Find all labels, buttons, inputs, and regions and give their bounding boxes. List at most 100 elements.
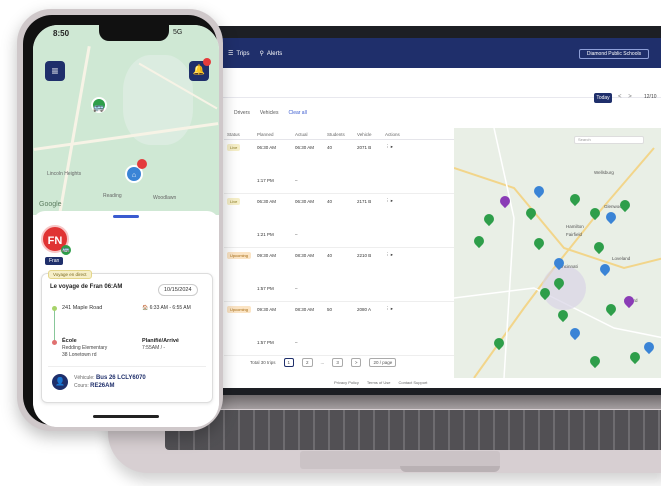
- map-roads: [454, 128, 661, 378]
- total-trips-label: Total 30 trips: [250, 360, 276, 365]
- planned-time: 1:21 PM: [257, 232, 274, 237]
- card-divider: [48, 366, 206, 367]
- trip-date-pill[interactable]: 10/15/2024: [158, 284, 198, 296]
- topbar-nav: ☰ Trips ⚲ Alerts: [228, 50, 283, 58]
- laptop-keyboard: [165, 410, 661, 450]
- fleet-map[interactable]: Search Wellsburg Glenwood Hamilton Fairf…: [454, 128, 661, 378]
- filter-drivers[interactable]: Drivers: [234, 110, 250, 116]
- origin-marker-icon: [52, 306, 57, 311]
- student-name-tag: Fran: [45, 257, 64, 265]
- vehicle-prefix: Véhicule:: [74, 375, 95, 381]
- google-logo: Google: [39, 201, 62, 208]
- planned-time: 06:30 AM: [257, 198, 277, 204]
- filter-bar: Drivers Vehicles Clear all: [234, 110, 307, 116]
- route-value: RE26AM: [90, 383, 115, 389]
- app-topbar: ☰ Trips ⚲ Alerts Diamond Public Schools: [194, 38, 661, 68]
- phone-notch: [99, 25, 169, 41]
- bus-icon[interactable]: 🚌: [91, 97, 107, 113]
- student-count: 50: [327, 306, 333, 312]
- district-selector-button[interactable]: Diamond Public Schools: [579, 49, 649, 59]
- status-badge: Upcoming: [227, 305, 252, 313]
- planned-time: 1:57 PM: [257, 340, 274, 345]
- pickup-time-text: 6:33 AM - 6:55 AM: [149, 305, 191, 311]
- support-link[interactable]: Contact Support: [398, 380, 427, 385]
- laptop-base-lip: [400, 466, 500, 472]
- more-actions-icon[interactable]: ⋮ ▸: [382, 306, 412, 312]
- next-date-button[interactable]: >: [628, 94, 632, 100]
- vehicle-id: 2071 B: [357, 144, 372, 150]
- header-vehicle[interactable]: Vehicle: [354, 132, 382, 137]
- map-label: Woodlawn: [153, 195, 177, 201]
- actual-time: 08:30 AM: [295, 306, 315, 312]
- more-actions-icon[interactable]: ⋮ ▸: [382, 144, 412, 150]
- status-badge: Live: [227, 197, 241, 205]
- map-search-input[interactable]: Search: [574, 136, 644, 144]
- planned-arrived-value: 7:55AM / -: [142, 345, 166, 351]
- actual-time: –: [295, 178, 298, 183]
- table-row[interactable]: Upcoming 09:30 AM 08:30 AM 50 2080 A ⋮ ▸…: [224, 302, 454, 356]
- table-row[interactable]: Live 06:30 AM 06:30 AM 40 2171 B ⋮ ▸ 1:2…: [224, 194, 454, 248]
- live-trip-chip: Voyage en direct: [48, 270, 92, 279]
- menu-button[interactable]: ≡: [45, 61, 65, 81]
- planned-time: 06:30 AM: [257, 144, 277, 150]
- next-page-button[interactable]: >: [350, 358, 362, 367]
- header-actual[interactable]: Actual: [292, 132, 324, 137]
- home-indicator: [93, 415, 159, 418]
- nav-item-alerts[interactable]: ⚲ Alerts: [260, 50, 283, 58]
- actual-time: 08:30 AM: [295, 252, 315, 258]
- prev-date-button[interactable]: <: [618, 94, 622, 100]
- planned-time: 09:30 AM: [257, 306, 277, 312]
- planned-arrived-label: Planifié/Arrivé: [142, 338, 179, 344]
- clear-filters-link[interactable]: Clear all: [288, 110, 306, 116]
- map-city-label: Fairfield: [566, 232, 583, 237]
- vehicle-id: 2080 A: [357, 306, 372, 312]
- actual-time: –: [295, 340, 298, 345]
- privacy-link[interactable]: Privacy Policy: [334, 380, 359, 385]
- destination-marker-icon: [52, 340, 57, 345]
- vehicle-id: 2171 B: [357, 198, 372, 204]
- page-ellipsis: ...: [320, 360, 325, 365]
- app-footer: Privacy Policy Terms of Use Contact Supp…: [334, 380, 427, 385]
- trip-bottom-sheet[interactable]: FN 🚌 Fran Voyage en direct Le voyage de …: [33, 211, 219, 427]
- header-status[interactable]: Status: [224, 132, 254, 137]
- more-actions-icon[interactable]: ⋮ ▸: [382, 252, 412, 258]
- page-button[interactable]: 3: [332, 358, 343, 367]
- student-count: 40: [327, 144, 333, 150]
- nav-alerts-label: Alerts: [266, 50, 283, 57]
- page-button[interactable]: 2: [302, 358, 313, 367]
- phone-bezel: 8:50 5G ≡ 🔔 🚌 Lincoln Heights Reading Wo…: [23, 15, 219, 427]
- route-line: [54, 310, 55, 342]
- today-button[interactable]: Today: [594, 93, 612, 103]
- header-planned[interactable]: Planned: [254, 132, 292, 137]
- terms-link[interactable]: Terms of Use: [367, 380, 391, 385]
- trip-card[interactable]: Voyage en direct Le voyage de Fran 06:AM…: [41, 270, 213, 403]
- header-actions: Actions: [385, 132, 400, 137]
- status-badge: Upcoming: [227, 251, 252, 259]
- sheet-drag-handle[interactable]: [113, 215, 139, 218]
- vehicle-value: Bus 26 LCLY6070: [95, 375, 146, 381]
- origin-address: 241 Maple Road: [62, 305, 103, 311]
- table-header-row: Status Planned Actual Students Vehicle A…: [224, 130, 454, 140]
- current-date-label[interactable]: 12/10: [644, 94, 657, 100]
- page-button[interactable]: 1: [283, 358, 295, 367]
- table-row[interactable]: Live 06:30 AM 06:30 AM 40 2071 B ⋮ ▸ 1:1…: [224, 140, 454, 194]
- status-bar-time: 8:50: [53, 29, 70, 38]
- status-bar-network: 5G: [173, 29, 183, 36]
- trip-title: Le voyage de Fran 06:AM: [50, 284, 123, 290]
- phone-map[interactable]: ≡ 🔔 🚌 Lincoln Heights Reading Woodlawn ⌂…: [33, 25, 219, 215]
- filter-vehicles[interactable]: Vehicles: [260, 110, 279, 116]
- pickup-time-window: 🏠 6:33 AM - 6:55 AM: [142, 305, 191, 311]
- table-pagination: Total 30 trips 1 2 ... 3 > 20 / page: [250, 358, 397, 367]
- nav-item-trips[interactable]: ☰ Trips: [228, 50, 250, 58]
- map-label: Lincoln Heights: [47, 171, 82, 177]
- laptop-screen: ☰ Trips ⚲ Alerts Diamond Public Schools …: [194, 38, 661, 388]
- more-actions-icon[interactable]: ⋮ ▸: [382, 198, 412, 204]
- bus-status-icon: 🚌: [61, 245, 71, 255]
- phone-frame: 8:50 5G ≡ 🔔 🚌 Lincoln Heights Reading Wo…: [17, 9, 223, 431]
- per-page-select[interactable]: 20 / page: [369, 358, 397, 367]
- actual-time: 06:30 AM: [295, 144, 315, 150]
- table-row[interactable]: Upcoming 09:30 AM 08:30 AM 40 2210 B ⋮ ▸…: [224, 248, 454, 302]
- header-students[interactable]: Students: [324, 132, 354, 137]
- actual-time: 06:30 AM: [295, 198, 315, 204]
- trips-table: Status Planned Actual Students Vehicle A…: [224, 130, 454, 378]
